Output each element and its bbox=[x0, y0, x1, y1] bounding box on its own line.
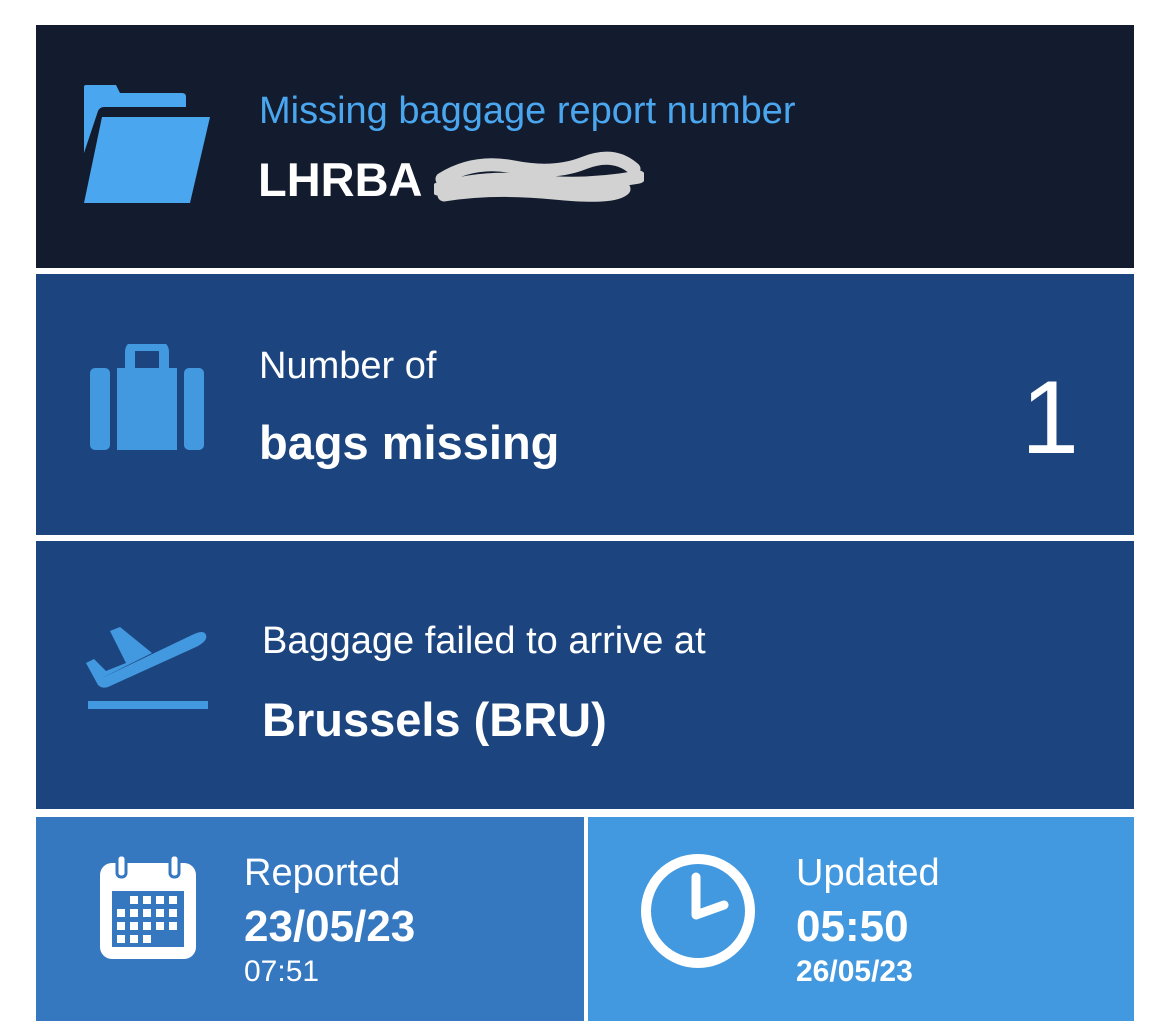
suitcase-icon bbox=[90, 344, 204, 450]
plane-departure-icon bbox=[86, 627, 208, 709]
arrival-airport: Brussels (BRU) bbox=[262, 693, 607, 746]
updated-date: 26/05/23 bbox=[796, 955, 913, 988]
reported-time: 07:51 bbox=[244, 955, 320, 988]
bags-missing-card: Number of bags missing 1 bbox=[36, 274, 1134, 535]
clock-icon bbox=[641, 854, 755, 968]
updated-card: Updated 05:50 26/05/23 bbox=[588, 817, 1134, 1021]
report-number-label: Missing baggage report number bbox=[259, 90, 796, 132]
bags-label: Number of bbox=[259, 345, 437, 387]
bags-missing-count: 1 bbox=[1021, 360, 1079, 476]
redaction-scribble bbox=[434, 151, 644, 202]
reported-label: Reported bbox=[244, 852, 401, 894]
bags-missing-label: bags missing bbox=[259, 416, 560, 469]
updated-time: 05:50 bbox=[796, 902, 909, 951]
report-number-card: Missing baggage report number LHRBA bbox=[36, 25, 1134, 268]
arrival-card: Baggage failed to arrive at Brussels (BR… bbox=[36, 541, 1134, 809]
report-number-value: LHRBA bbox=[258, 153, 423, 206]
folder-icon bbox=[84, 85, 210, 203]
reported-date: 23/05/23 bbox=[244, 902, 416, 951]
calendar-icon bbox=[100, 853, 196, 959]
arrival-label: Baggage failed to arrive at bbox=[262, 620, 706, 662]
reported-card: Reported 23/05/23 07:51 bbox=[36, 817, 584, 1021]
updated-label: Updated bbox=[796, 852, 940, 894]
